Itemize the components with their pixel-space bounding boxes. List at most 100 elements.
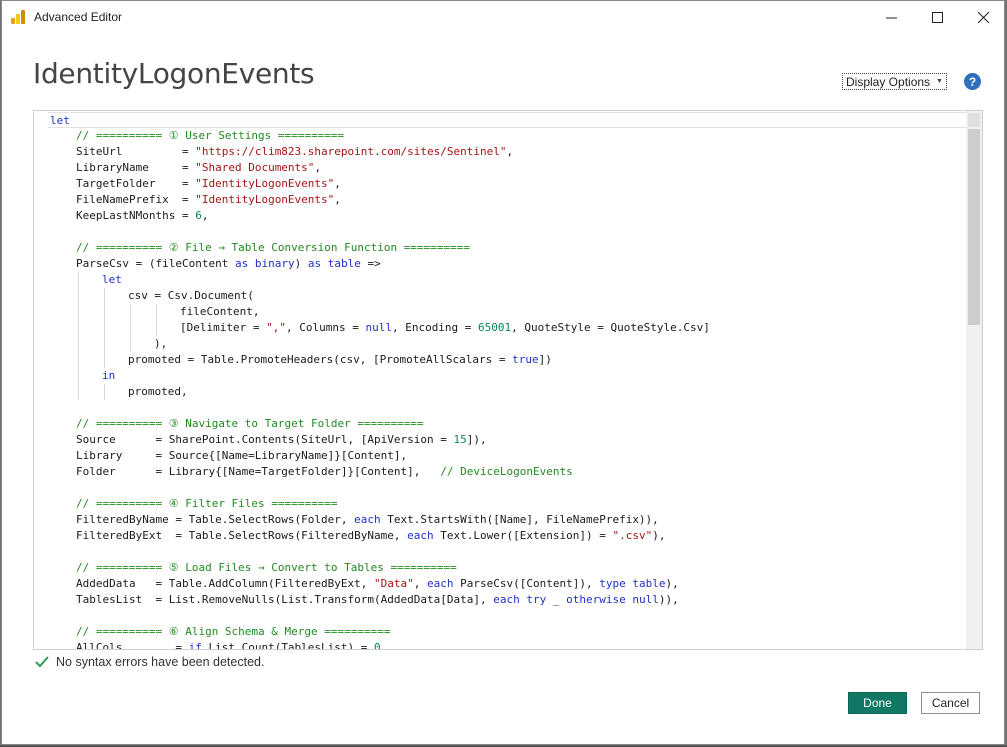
code-token: promoted,	[128, 385, 188, 398]
checkmark-icon	[35, 656, 49, 668]
code-line[interactable]: TablesList = List.RemoveNulls(List.Trans…	[34, 592, 966, 608]
code-line[interactable]: Folder = Library{[Name=TargetFolder]}[Co…	[34, 464, 966, 480]
code-token: Folder = Library{[Name=TargetFolder]}[Co…	[76, 465, 441, 478]
indent-guide	[78, 320, 79, 336]
syntax-status-message: No syntax errors have been detected.	[56, 655, 265, 669]
scroll-up-arrow[interactable]	[968, 113, 980, 127]
vertical-scrollbar[interactable]	[966, 111, 982, 649]
code-token: // DeviceLogonEvents	[440, 465, 573, 478]
code-line[interactable]: FileNamePrefix = "IdentityLogonEvents",	[34, 192, 966, 208]
code-token: let	[102, 273, 122, 286]
code-line[interactable]: FilteredByExt = Table.SelectRows(Filtere…	[34, 528, 966, 544]
code-line[interactable]: AllCols = if List.Count(TablesList) = 0	[34, 640, 966, 649]
code-line[interactable]: // ========== ③ Navigate to Target Folde…	[34, 416, 966, 432]
code-line[interactable]: TargetFolder = "IdentityLogonEvents",	[34, 176, 966, 192]
code-token: ]),	[466, 433, 487, 446]
code-line[interactable]: // ========== ⑤ Load Files → Convert to …	[34, 560, 966, 576]
code-line[interactable]: promoted = Table.PromoteHeaders(csv, [Pr…	[34, 352, 966, 368]
code-token: ])	[538, 353, 552, 366]
code-line[interactable]: ),	[34, 336, 966, 352]
code-line[interactable]: SiteUrl = "https://clim823.sharepoint.co…	[34, 144, 966, 160]
indent-guide	[78, 352, 79, 368]
code-token: =>	[360, 257, 381, 270]
code-token: 65001	[478, 321, 512, 334]
power-bi-icon	[11, 10, 25, 24]
code-line[interactable]: in	[34, 368, 966, 384]
code-line[interactable]: LibraryName = "Shared Documents",	[34, 160, 966, 176]
code-token: ,	[334, 177, 341, 190]
query-name-title: IdentityLogonEvents	[33, 57, 315, 90]
code-token: FileNamePrefix =	[76, 193, 196, 206]
code-token: , Encoding =	[391, 321, 479, 334]
advanced-editor-window: Advanced Editor IdentityLogonEvents Disp…	[1, 0, 1005, 745]
code-token: "IdentityLogonEvents"	[195, 177, 335, 190]
title-bar[interactable]: Advanced Editor	[2, 1, 1004, 33]
code-line[interactable]: let	[34, 272, 966, 288]
code-token: [Delimiter =	[180, 321, 267, 334]
code-line[interactable]: AddedData = Table.AddColumn(FilteredByEx…	[34, 576, 966, 592]
scrollbar-thumb[interactable]	[968, 129, 980, 325]
code-line[interactable]: // ========== ① User Settings ==========	[34, 128, 966, 144]
code-token: Text.StartsWith([Name], FileNamePrefix))…	[380, 513, 659, 526]
code-token: 6	[195, 209, 202, 222]
code-token: each	[354, 513, 381, 526]
code-token: _	[546, 593, 567, 606]
code-token: ,	[506, 145, 514, 158]
code-token: AllCols =	[76, 641, 189, 649]
code-line[interactable]: Source = SharePoint.Contents(SiteUrl, [A…	[34, 432, 966, 448]
code-token: FilteredByName = Table.SelectRows(Folder…	[76, 513, 355, 526]
indent-guide	[156, 320, 157, 336]
code-line[interactable]: Library = Source{[Name=LibraryName]}[Con…	[34, 448, 966, 464]
code-token: ".csv"	[612, 529, 653, 542]
indent-guide	[104, 320, 105, 336]
code-token: , Columns =	[285, 321, 366, 334]
code-line[interactable]: FilteredByName = Table.SelectRows(Folder…	[34, 512, 966, 528]
code-token: LibraryName =	[76, 161, 196, 174]
indent-guide	[156, 304, 157, 320]
code-token: SiteUrl =	[76, 145, 196, 158]
code-token: ParseCsv = (fileContent	[76, 257, 235, 270]
code-token: table	[632, 577, 666, 590]
code-line[interactable]	[34, 224, 966, 240]
code-token: ,	[334, 193, 341, 206]
minimize-button[interactable]	[868, 1, 914, 33]
code-token: // ========== ③ Navigate to Target Folde…	[76, 417, 424, 430]
code-token: each	[407, 529, 434, 542]
code-editor[interactable]: let // ========== ① User Settings =======…	[33, 110, 983, 650]
code-line[interactable]: fileContent,	[34, 304, 966, 320]
code-line[interactable]	[34, 544, 966, 560]
code-line[interactable]: ParseCsv = (fileContent as binary) as ta…	[34, 256, 966, 272]
display-options-dropdown[interactable]: Display Options ▼	[842, 73, 947, 90]
code-line[interactable]	[34, 400, 966, 416]
code-line[interactable]: // ========== ⑥ Align Schema & Merge ===…	[34, 624, 966, 640]
code-line[interactable]: let	[48, 112, 966, 128]
indent-guide	[104, 288, 105, 304]
code-token: // ========== ① User Settings ==========	[76, 129, 345, 142]
help-icon[interactable]: ?	[964, 73, 981, 90]
indent-guide	[104, 336, 105, 352]
code-line[interactable]: // ========== ② File → Table Conversion …	[34, 240, 966, 256]
code-line[interactable]: KeepLastNMonths = 6,	[34, 208, 966, 224]
code-area[interactable]: let // ========== ① User Settings =======…	[34, 112, 966, 649]
code-token: in	[102, 369, 116, 382]
minimize-icon	[885, 17, 897, 18]
code-line[interactable]: csv = Csv.Document(	[34, 288, 966, 304]
cancel-button[interactable]: Cancel	[921, 692, 980, 714]
code-token: 15	[453, 433, 467, 446]
code-line[interactable]	[34, 480, 966, 496]
code-line[interactable]	[34, 608, 966, 624]
done-button[interactable]: Done	[848, 692, 907, 714]
code-line[interactable]: // ========== ④ Filter Files ==========	[34, 496, 966, 512]
code-line[interactable]: promoted,	[34, 384, 966, 400]
close-button[interactable]	[960, 1, 1006, 33]
code-token: true	[512, 353, 539, 366]
code-token: Text.Lower([Extension]) =	[433, 529, 613, 542]
code-token: null	[632, 593, 659, 606]
code-token: "https://clim823.sharepoint.com/sites/Se…	[195, 145, 507, 158]
code-token: List.Count(TablesList) =	[201, 641, 375, 649]
code-line[interactable]: [Delimiter = ",", Columns = null, Encodi…	[34, 320, 966, 336]
code-token: )	[294, 257, 308, 270]
code-token: fileContent,	[180, 305, 260, 318]
maximize-button[interactable]	[914, 1, 960, 33]
